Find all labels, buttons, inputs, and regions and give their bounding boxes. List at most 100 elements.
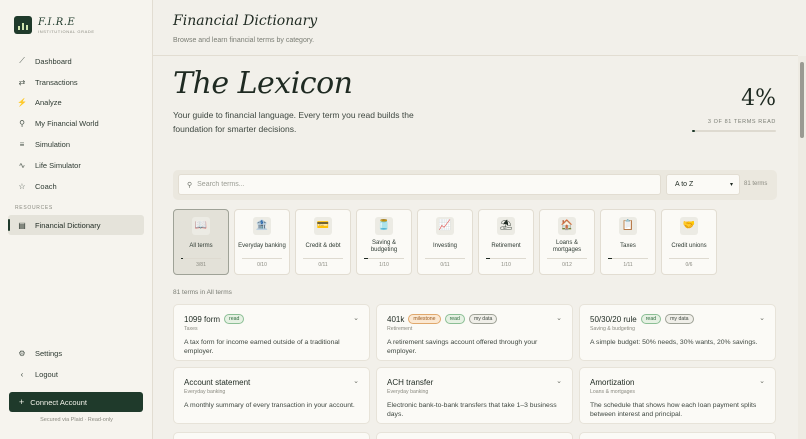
chevron-down-icon[interactable]: ⌄ bbox=[556, 377, 562, 385]
term-card[interactable] bbox=[376, 432, 573, 439]
category-label: Investing bbox=[432, 243, 457, 249]
connect-account-label: Connect Account bbox=[30, 397, 87, 407]
page-title: Financial Dictionary bbox=[173, 13, 318, 29]
search-box[interactable]: ⚲ bbox=[178, 174, 661, 195]
term-card[interactable] bbox=[173, 432, 370, 439]
category-count: 0/12 bbox=[562, 262, 572, 268]
read-percent: 4% bbox=[741, 86, 776, 111]
term-card-header: 1099 form read bbox=[184, 313, 359, 325]
term-title: ACH transfer bbox=[387, 377, 434, 387]
category-progress-bar bbox=[181, 258, 221, 259]
term-category: Saving & budgeting bbox=[590, 326, 635, 332]
sidebar-item-life-simulator[interactable]: ∿ Life Simulator bbox=[8, 155, 144, 176]
category-taxes[interactable]: 📋 Taxes 1/11 bbox=[600, 209, 656, 275]
term-card-header: Account statement bbox=[184, 376, 359, 388]
category-label: Credit unions bbox=[671, 243, 707, 249]
sidebar-item-dashboard[interactable]: ⟋ Dashboard bbox=[8, 51, 144, 72]
category-count: 1/10 bbox=[379, 262, 389, 268]
category-credit-unions[interactable]: 🤝 Credit unions 0/6 bbox=[661, 209, 717, 275]
pulse-icon: ⚡ bbox=[17, 98, 27, 108]
term-card[interactable]: Account statement ⌄ Everyday banking A mont… bbox=[173, 367, 370, 424]
gear-icon: ⚙ bbox=[18, 348, 26, 358]
chevron-down-icon[interactable]: ⌄ bbox=[759, 377, 765, 385]
term-category: Everyday banking bbox=[387, 389, 429, 395]
search-input[interactable] bbox=[197, 181, 638, 188]
sidebar-item-label: Transactions bbox=[35, 77, 78, 87]
category-progress-bar bbox=[486, 258, 526, 259]
sidebar-item-settings[interactable]: ⚙ Settings bbox=[8, 343, 144, 364]
term-title: 401k bbox=[387, 314, 405, 324]
chevron-down-icon[interactable]: ⌄ bbox=[353, 377, 359, 385]
main-nav: ⟋ Dashboard ⇄ Transactions ⚡ Analyze ⚲ My Finan… bbox=[8, 51, 144, 197]
reading-progress-fill bbox=[692, 130, 696, 132]
sidebar-item-my-financial-world[interactable]: ⚲ My Financial World bbox=[8, 113, 144, 134]
category-progress-bar bbox=[242, 258, 282, 259]
main-content: Financial Dictionary Browse and learn fi… bbox=[153, 0, 798, 439]
term-card-header: Amortization bbox=[590, 376, 765, 388]
category-progress-fill bbox=[486, 258, 490, 259]
category-loans-mortgages[interactable]: 🏠 Loans & mortgages 0/12 bbox=[539, 209, 595, 275]
sidebar-item-label: Coach bbox=[35, 181, 57, 191]
resources-label: RESOURCES bbox=[15, 205, 53, 211]
sidebar-item-label: Simulation bbox=[35, 140, 71, 150]
term-title: 1099 form bbox=[184, 314, 221, 324]
category-count: 1/11 bbox=[623, 262, 633, 268]
term-card[interactable]: 1099 form read ⌄ Taxes A tax form for income… bbox=[173, 304, 370, 361]
term-card[interactable]: Amortization ⌄ Loans & mortgages The schedu… bbox=[579, 367, 776, 424]
sliders-icon: ≡ bbox=[19, 140, 25, 150]
chart-line-icon: ⟋ bbox=[19, 56, 25, 66]
category-count: 0/10 bbox=[257, 262, 267, 268]
chevron-left-icon: ‹ bbox=[20, 369, 24, 379]
clipboard-icon: 📋 bbox=[619, 217, 637, 235]
category-credit-debt[interactable]: 💳 Credit & debt 0/11 bbox=[295, 209, 351, 275]
category-count: 3/81 bbox=[196, 262, 206, 268]
brand[interactable]: F.I.R.E INSTITUTIONAL GRADE bbox=[14, 16, 95, 34]
scrollbar[interactable] bbox=[798, 56, 806, 439]
term-card[interactable]: ACH transfer ⌄ Everyday banking Electronic … bbox=[376, 367, 573, 424]
lexicon-description: Your guide to financial language. Every … bbox=[173, 110, 414, 134]
reading-progress-bar bbox=[692, 130, 776, 132]
chevron-down-icon[interactable]: ⌄ bbox=[556, 314, 562, 322]
scrollbar-thumb[interactable] bbox=[800, 62, 804, 138]
term-category: Retirement bbox=[387, 326, 413, 332]
category-label: Retirement bbox=[491, 243, 521, 249]
category-all-terms[interactable]: 📖 All terms 3/81 bbox=[173, 209, 229, 275]
term-category: Loans & mortgages bbox=[590, 389, 635, 395]
search-icon: ⚲ bbox=[187, 181, 193, 189]
plus-icon: + bbox=[19, 397, 25, 407]
category-saving-budgeting[interactable]: 🫙 Saving & budgeting 1/10 bbox=[356, 209, 412, 275]
jar-icon: 🫙 bbox=[375, 217, 393, 235]
sort-select[interactable]: A to Z ▾ bbox=[666, 174, 740, 195]
category-progress-fill bbox=[608, 258, 612, 259]
category-label: Saving & budgeting bbox=[370, 239, 398, 253]
category-progress-fill bbox=[181, 258, 183, 259]
connect-account-button[interactable]: + Connect Account bbox=[9, 392, 143, 412]
bottom-nav: ⚙ Settings ‹ Logout bbox=[8, 343, 144, 385]
term-card[interactable]: 50/30/20 rule read my data ⌄ Saving & budget… bbox=[579, 304, 776, 361]
chevron-down-icon[interactable]: ⌄ bbox=[353, 314, 359, 322]
sidebar-item-coach[interactable]: ☆ Coach bbox=[8, 176, 144, 197]
sidebar-item-logout[interactable]: ‹ Logout bbox=[8, 364, 144, 385]
sidebar-item-simulation[interactable]: ≡ Simulation bbox=[8, 134, 144, 155]
category-count: 0/11 bbox=[318, 262, 328, 268]
term-description: A monthly summary of every transaction i… bbox=[184, 402, 355, 409]
term-category: Everyday banking bbox=[184, 389, 226, 395]
sidebar-item-transactions[interactable]: ⇄ Transactions bbox=[8, 72, 144, 93]
term-description: A simple budget: 50% needs, 30% wants, 2… bbox=[590, 339, 758, 346]
term-card[interactable]: 401k milestone read my data ⌄ Retirement A ret… bbox=[376, 304, 573, 361]
sidebar-item-label: Dashboard bbox=[35, 56, 72, 66]
term-card-header: 401k milestone read my data bbox=[387, 313, 562, 325]
microphone-icon: ⚲ bbox=[19, 119, 25, 129]
handshake-icon: 🤝 bbox=[680, 217, 698, 235]
sidebar-item-analyze[interactable]: ⚡ Analyze bbox=[8, 93, 144, 114]
category-investing[interactable]: 📈 Investing 0/11 bbox=[417, 209, 473, 275]
term-count: 81 terms bbox=[744, 181, 768, 187]
arrows-swap-icon: ⇄ bbox=[18, 77, 26, 87]
category-retirement[interactable]: ⛱ Retirement 1/10 bbox=[478, 209, 534, 275]
term-card[interactable] bbox=[579, 432, 776, 439]
category-count: 0/6 bbox=[685, 262, 693, 268]
sidebar-item-financial-dictionary[interactable]: ▤ Financial Dictionary bbox=[8, 215, 144, 235]
category-everyday-banking[interactable]: 🏦 Everyday banking 0/10 bbox=[234, 209, 290, 275]
chevron-down-icon[interactable]: ⌄ bbox=[759, 314, 765, 322]
read-badge: read bbox=[640, 314, 662, 324]
